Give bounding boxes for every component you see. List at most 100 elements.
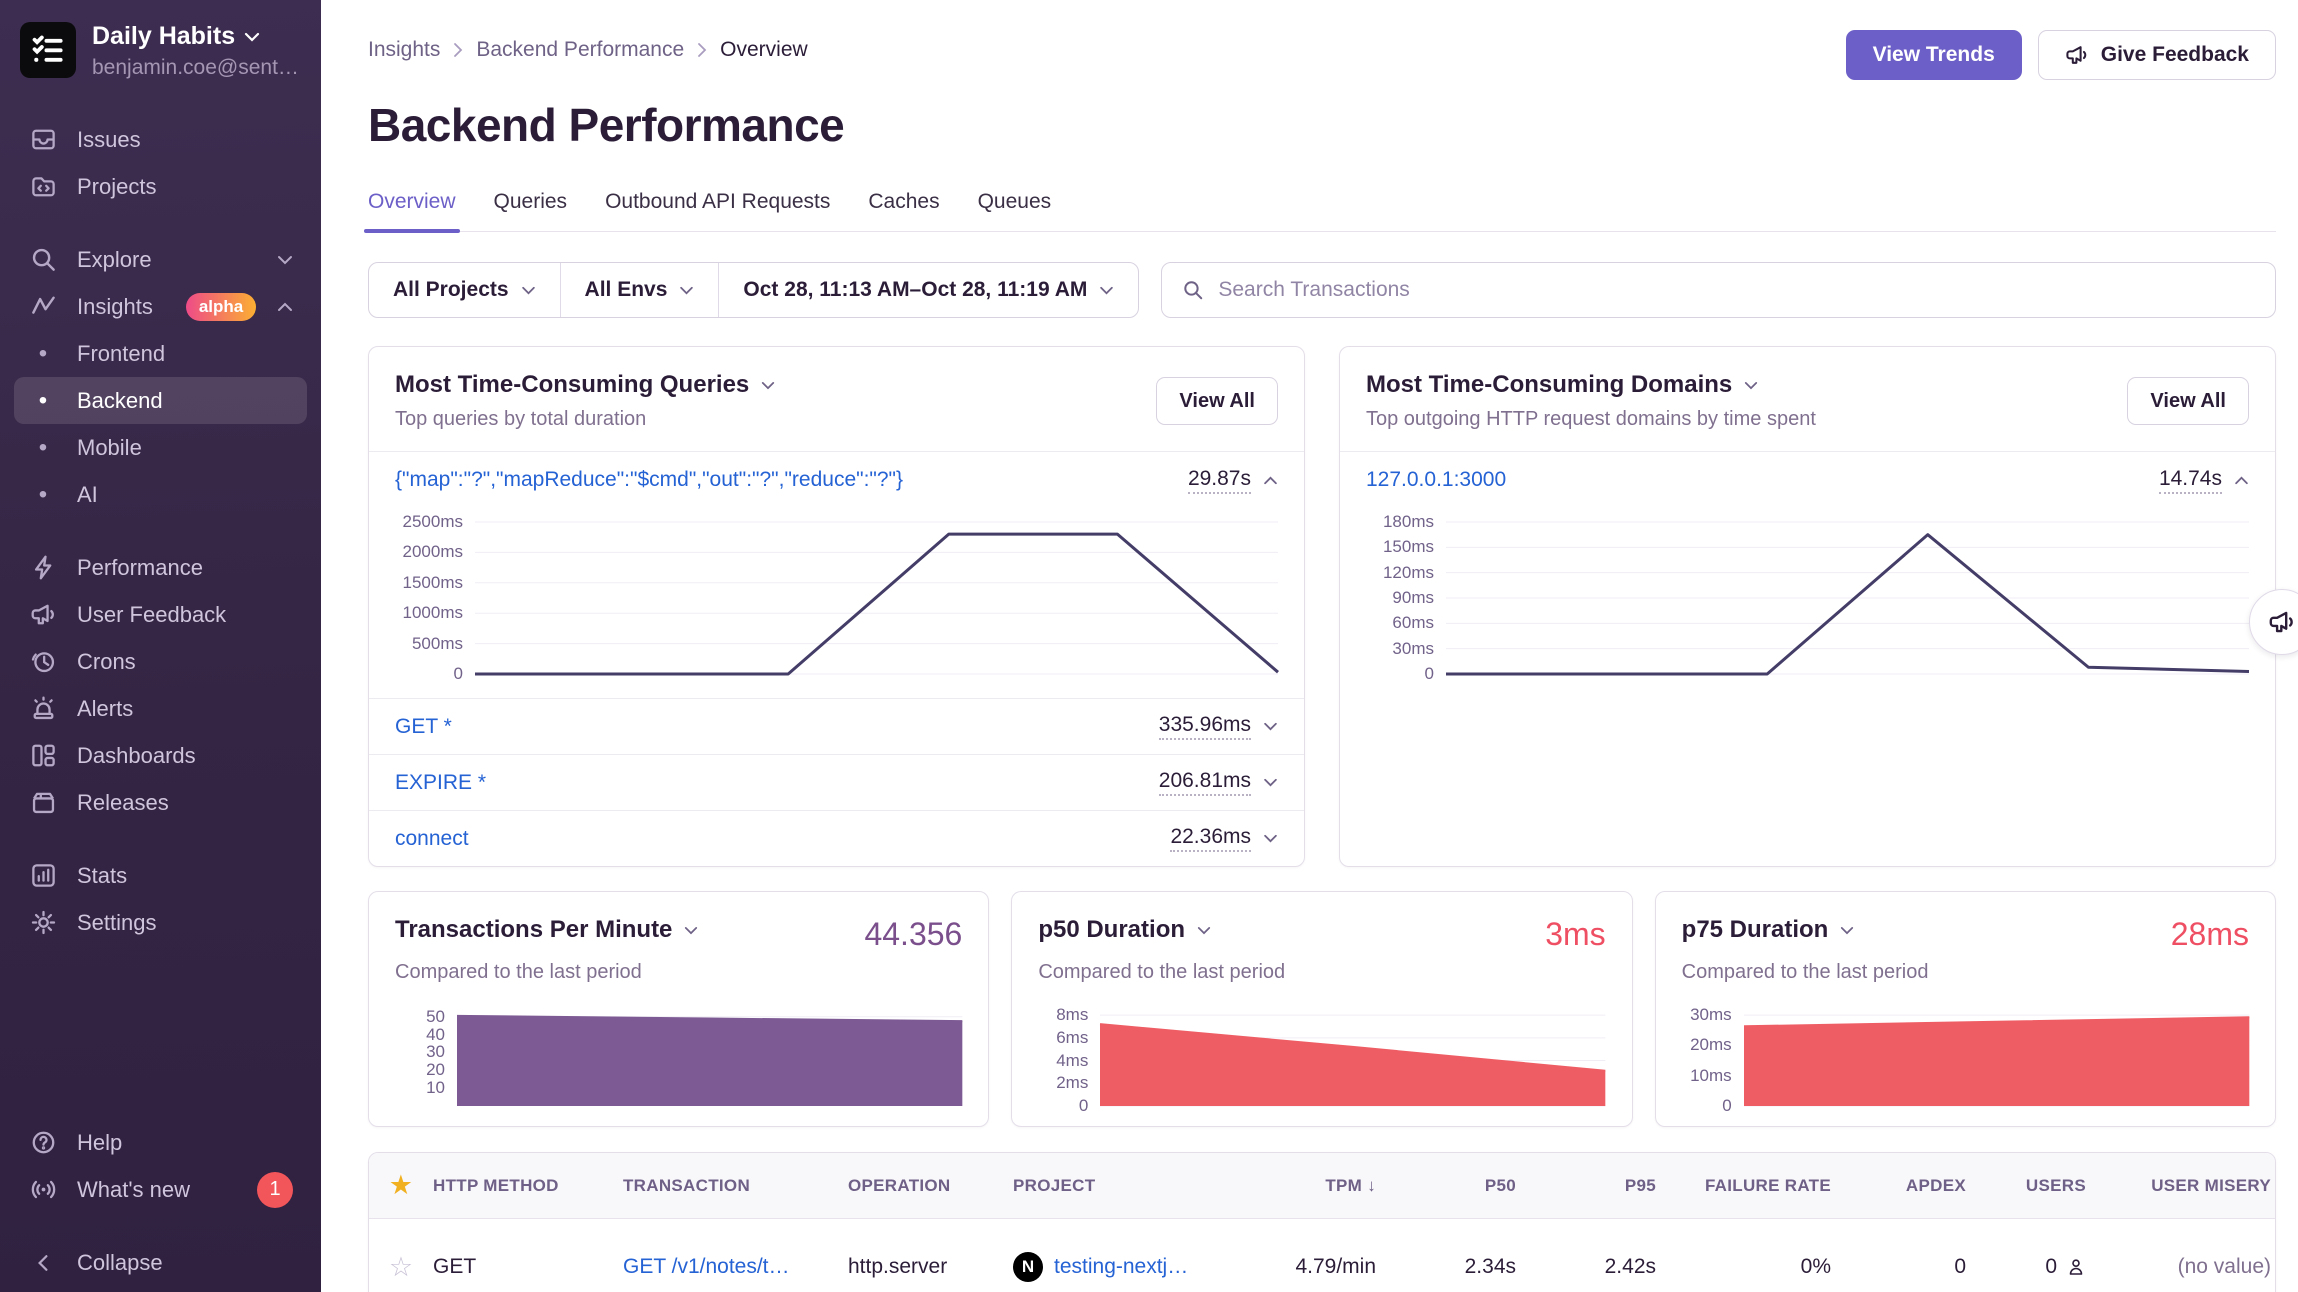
column-failure-rate[interactable]: FAILURE RATE xyxy=(1662,1176,1837,1196)
sidebar-item-help[interactable]: Help xyxy=(14,1119,307,1166)
view-all-domains-button[interactable]: View All xyxy=(2127,377,2249,425)
card-title: Most Time-Consuming Domains xyxy=(1366,371,1732,399)
star-outline-icon[interactable]: ☆ xyxy=(369,1252,433,1283)
sidebar-item-backend[interactable]: • Backend xyxy=(14,377,307,424)
sidebar-footer: Help What's new 1 Collapse xyxy=(0,1119,321,1292)
column-transaction[interactable]: TRANSACTION xyxy=(623,1176,848,1196)
project-cell: N testing-nextj… xyxy=(1013,1252,1232,1282)
chevron-up-icon[interactable] xyxy=(2234,476,2249,485)
chevron-down-icon[interactable] xyxy=(1744,381,1758,390)
column-operation[interactable]: OPERATION xyxy=(848,1176,1013,1196)
column-user-misery[interactable]: USER MISERY xyxy=(2092,1176,2276,1196)
query-link[interactable]: EXPIRE * xyxy=(395,771,486,795)
query-duration: 29.87s xyxy=(1188,467,1251,494)
view-all-queries-button[interactable]: View All xyxy=(1156,377,1278,425)
domain-duration-chart: 030ms60ms90ms120ms150ms180ms xyxy=(1340,508,2275,698)
tab-queries[interactable]: Queries xyxy=(494,190,568,231)
column-tpm-sorted[interactable]: TPM ↓ xyxy=(1232,1176,1382,1196)
date-range-filter[interactable]: Oct 28, 11:13 AM–Oct 28, 11:19 AM xyxy=(719,263,1138,317)
sidebar-item-insights[interactable]: Insights alpha xyxy=(14,283,307,330)
tab-overview[interactable]: Overview xyxy=(368,190,456,231)
sidebar-item-frontend[interactable]: • Frontend xyxy=(14,330,307,377)
sidebar-item-ai[interactable]: • AI xyxy=(14,471,307,518)
chevron-up-icon[interactable] xyxy=(1263,476,1278,485)
p50-cell: 2.34s xyxy=(1382,1255,1522,1279)
transaction-link[interactable]: GET /v1/notes/t… xyxy=(623,1255,848,1279)
tab-bar: Overview Queries Outbound API Requests C… xyxy=(368,190,2276,232)
domain-link[interactable]: 127.0.0.1:3000 xyxy=(1366,468,1506,492)
metric-value: 3ms xyxy=(1545,916,1605,953)
sidebar-item-dashboards[interactable]: Dashboards xyxy=(14,732,307,779)
column-users[interactable]: USERS xyxy=(1972,1176,2092,1196)
sort-desc-icon: ↓ xyxy=(1367,1176,1376,1195)
project-link[interactable]: testing-nextj… xyxy=(1054,1255,1188,1279)
http-method-cell: GET xyxy=(433,1255,623,1279)
column-http-method[interactable]: HTTP METHOD xyxy=(433,1176,623,1196)
sidebar-item-settings[interactable]: Settings xyxy=(14,899,307,946)
sidebar-item-crons[interactable]: Crons xyxy=(14,638,307,685)
megaphone-icon xyxy=(28,601,58,628)
give-feedback-button[interactable]: Give Feedback xyxy=(2038,30,2276,80)
chevron-up-icon xyxy=(277,302,293,312)
query-link[interactable]: {"map":"?","mapReduce":"$cmd","out":"?",… xyxy=(395,468,903,492)
chevron-down-icon[interactable] xyxy=(761,381,775,390)
view-trends-button[interactable]: View Trends xyxy=(1846,30,2022,80)
project-filter[interactable]: All Projects xyxy=(369,263,560,317)
star-icon[interactable]: ★ xyxy=(369,1170,433,1201)
environment-filter[interactable]: All Envs xyxy=(561,263,719,317)
card-header: Most Time-Consuming Domains Top outgoing… xyxy=(1340,347,2275,452)
column-p50[interactable]: P50 xyxy=(1382,1176,1522,1196)
tab-outbound-api-requests[interactable]: Outbound API Requests xyxy=(605,190,830,231)
chevron-right-icon xyxy=(697,42,707,58)
line-chart xyxy=(475,522,1278,674)
query-link[interactable]: connect xyxy=(395,827,469,851)
alpha-badge: alpha xyxy=(186,293,256,321)
megaphone-icon xyxy=(2268,608,2296,636)
search-transactions-input[interactable] xyxy=(1218,278,2255,302)
domain-duration: 14.74s xyxy=(2159,467,2222,494)
tab-caches[interactable]: Caches xyxy=(868,190,939,231)
most-time-consuming-queries-card: Most Time-Consuming Queries Top queries … xyxy=(368,346,1305,867)
user-icon xyxy=(2066,1257,2086,1277)
broadcast-icon xyxy=(28,1176,58,1203)
card-header: Most Time-Consuming Queries Top queries … xyxy=(369,347,1304,452)
sidebar-collapse-button[interactable]: Collapse xyxy=(14,1239,307,1286)
org-avatar xyxy=(20,22,76,78)
chevron-down-icon xyxy=(244,32,260,42)
tab-queues[interactable]: Queues xyxy=(978,190,1052,231)
sidebar-item-stats[interactable]: Stats xyxy=(14,852,307,899)
search-transactions-box xyxy=(1161,262,2276,318)
insights-graph-icon xyxy=(28,293,58,320)
sidebar-item-performance[interactable]: Performance xyxy=(14,544,307,591)
chevron-down-icon[interactable] xyxy=(1840,926,1854,935)
chevron-down-icon[interactable] xyxy=(684,926,698,935)
sidebar-item-whats-new[interactable]: What's new 1 xyxy=(14,1166,307,1213)
megaphone-icon xyxy=(2065,43,2089,67)
sidebar-item-explore[interactable]: Explore xyxy=(14,236,307,283)
chevron-down-icon[interactable] xyxy=(1197,926,1211,935)
card-subtitle: Top outgoing HTTP request domains by tim… xyxy=(1366,408,1816,431)
domain-row: 127.0.0.1:3000 14.74s xyxy=(1340,452,2275,508)
chevron-down-icon xyxy=(679,286,694,295)
table-row: ☆ GET GET /v1/notes/t… http.server N tes… xyxy=(369,1219,2275,1292)
column-project[interactable]: PROJECT xyxy=(1013,1176,1232,1196)
column-p95[interactable]: P95 xyxy=(1522,1176,1662,1196)
sidebar-item-user-feedback[interactable]: User Feedback xyxy=(14,591,307,638)
sidebar-item-alerts[interactable]: Alerts xyxy=(14,685,307,732)
dashboard-grid-icon xyxy=(28,742,58,769)
card-title: Transactions Per Minute xyxy=(395,916,672,944)
breadcrumb-insights[interactable]: Insights xyxy=(368,38,440,62)
breadcrumb-backend-performance[interactable]: Backend Performance xyxy=(476,38,684,62)
sidebar-item-releases[interactable]: Releases xyxy=(14,779,307,826)
column-apdex[interactable]: APDEX xyxy=(1837,1176,1972,1196)
area-chart xyxy=(1100,1006,1605,1106)
org-name: Daily Habits xyxy=(92,22,235,51)
query-link[interactable]: GET * xyxy=(395,715,452,739)
sidebar-item-mobile[interactable]: • Mobile xyxy=(14,424,307,471)
sidebar-item-issues[interactable]: Issues xyxy=(14,116,307,163)
chevron-down-icon[interactable] xyxy=(1263,778,1278,787)
org-switcher[interactable]: Daily Habits benjamin.coe@sent… xyxy=(0,0,321,90)
chevron-down-icon[interactable] xyxy=(1263,722,1278,731)
chevron-down-icon[interactable] xyxy=(1263,834,1278,843)
sidebar-item-projects[interactable]: Projects xyxy=(14,163,307,210)
